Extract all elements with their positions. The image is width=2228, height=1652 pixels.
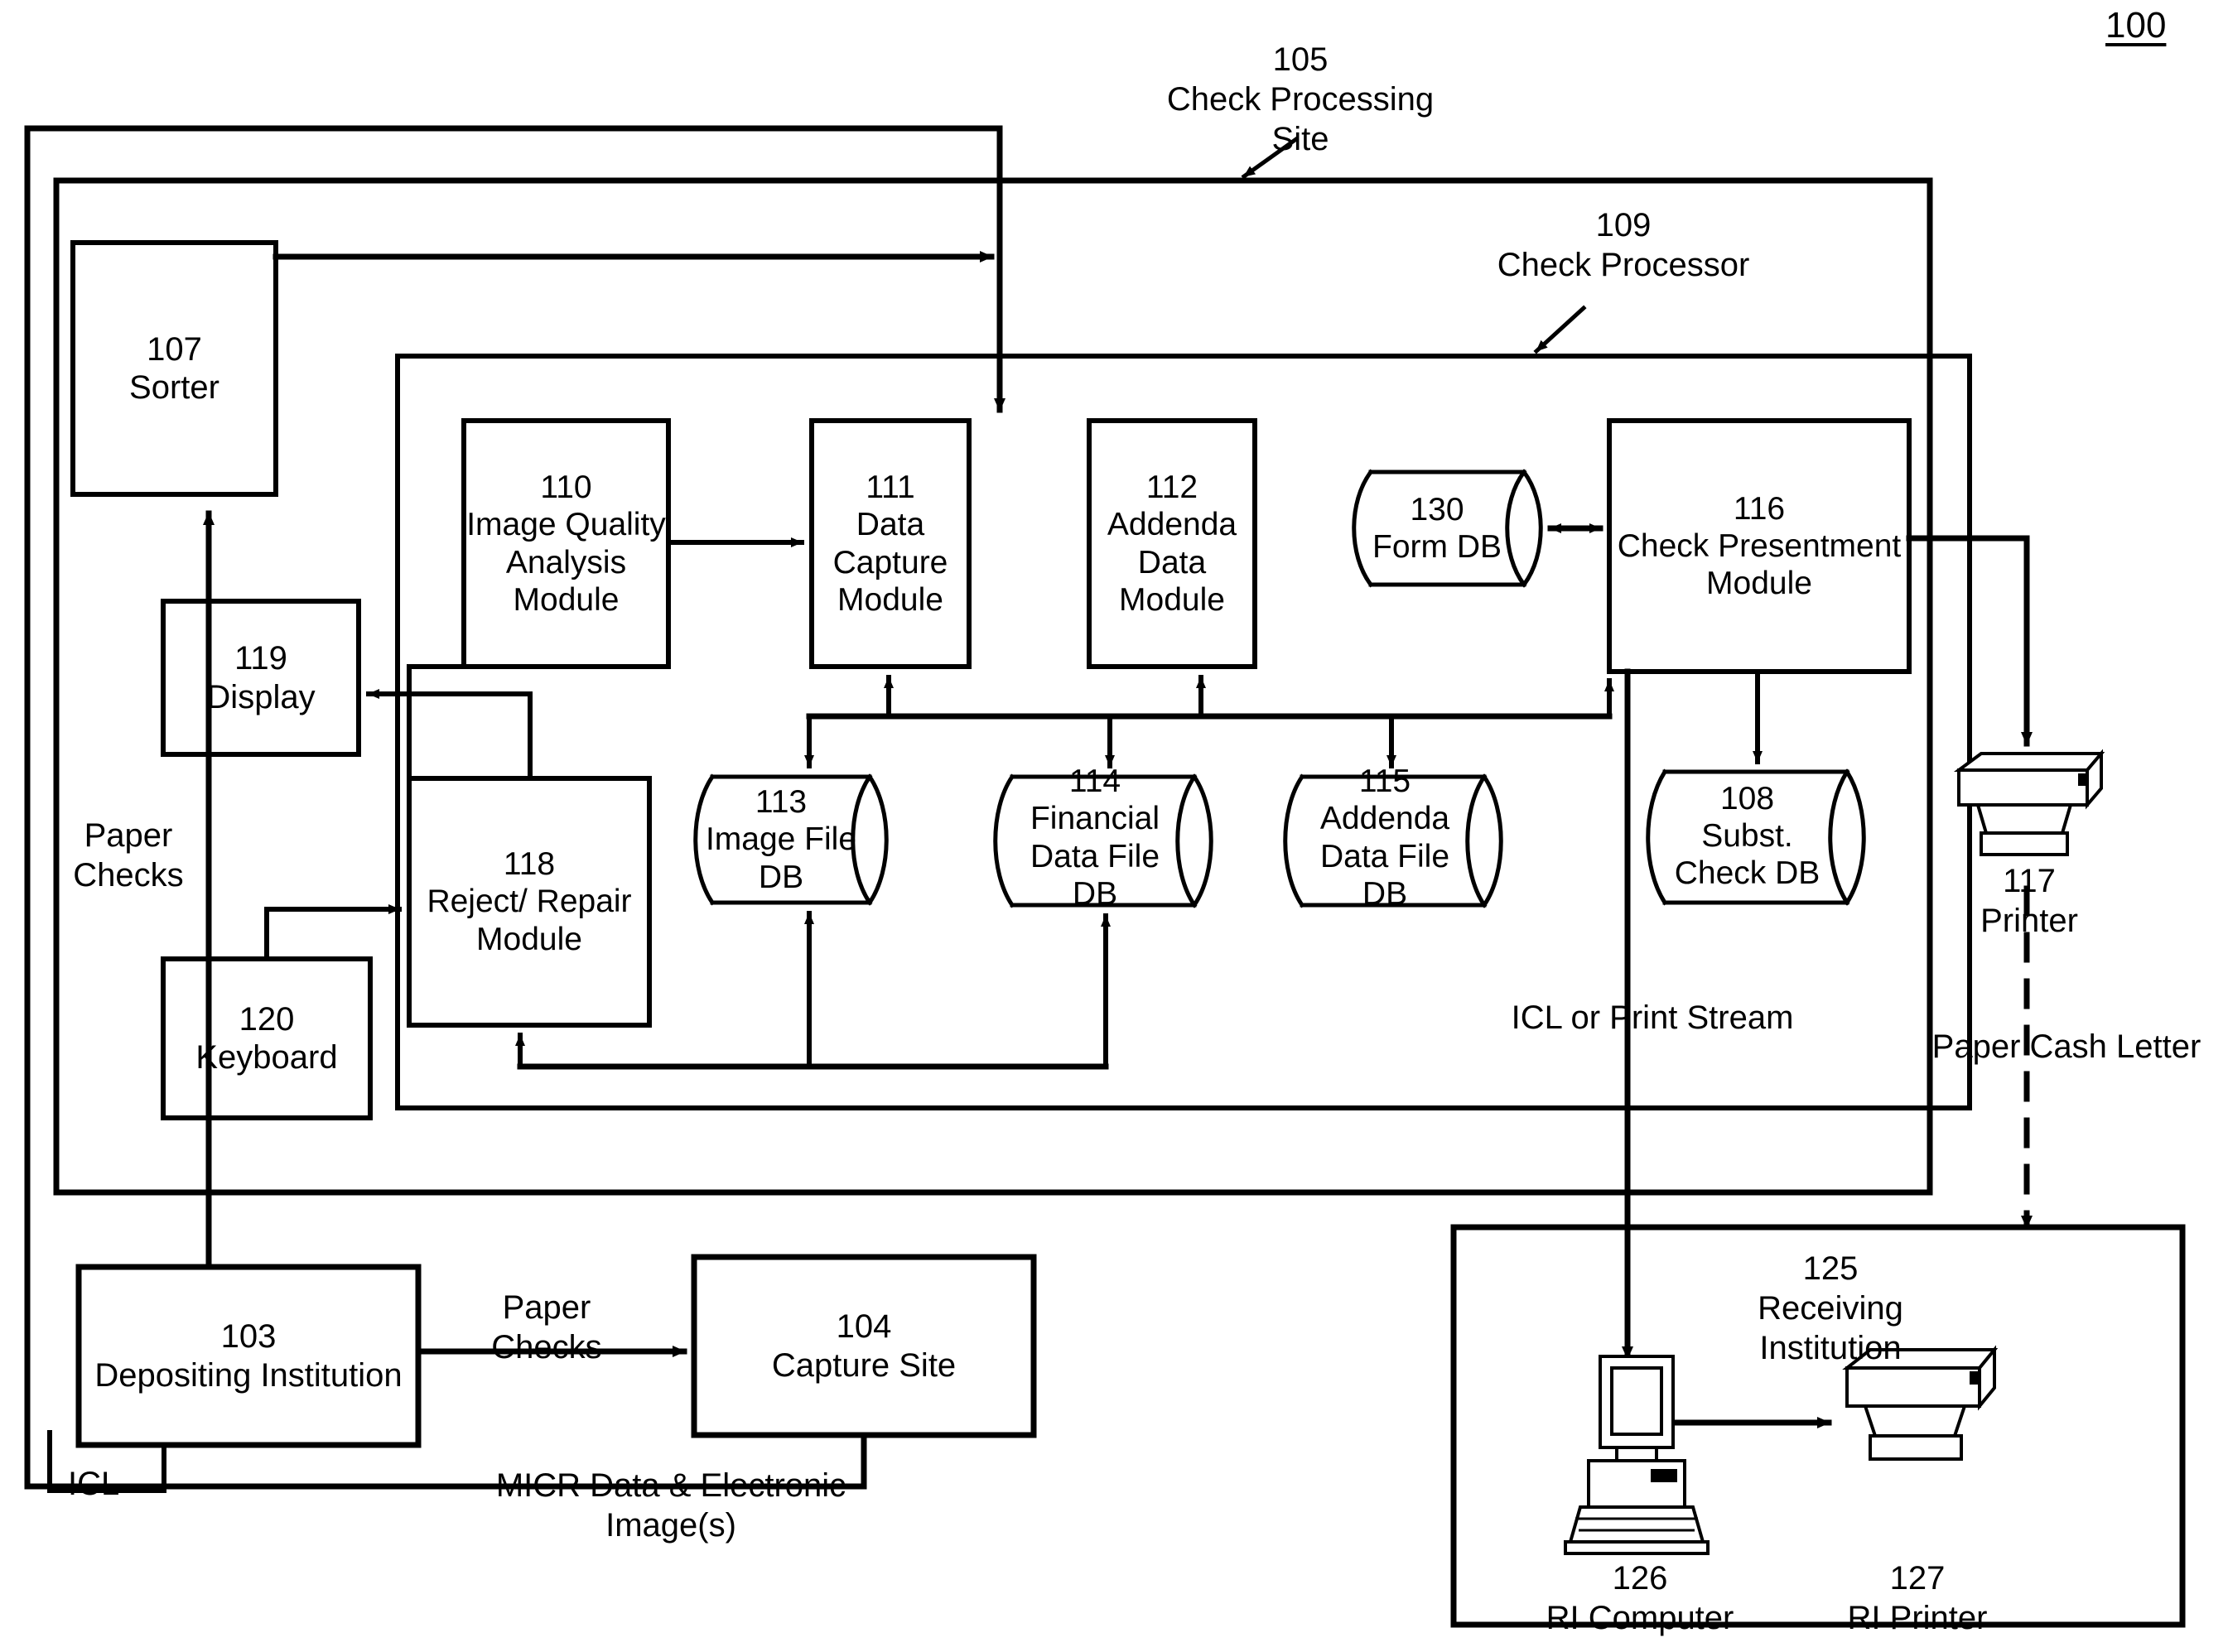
group-125-receiving-institution: 125 Receiving Institution [1694,1249,1967,1368]
callout-105-number: 105 [1272,41,1329,78]
box-116-label: Check Presentment Module [1617,527,1902,602]
edge-label-icl: ICL [68,1466,120,1502]
edge-label-icl-or-print-stream: ICL or Print Stream [1511,999,1794,1036]
box-118-reject-repair-module[interactable]: 118 Reject/ Repair Module [409,778,649,1025]
box-120-keyboard[interactable]: 120 Keyboard [159,959,374,1118]
group-125-label: Receiving Institution [1758,1290,1903,1366]
printer-icon-117 [1953,749,2105,856]
box-107-sorter[interactable]: 107 Sorter [73,243,276,494]
edge-label-paper-cash-letter: Paper Cash Letter [1931,1028,2201,1065]
box-111-data-capture-module[interactable]: 111 Data Capture Module [808,421,973,667]
box-110-image-quality-analysis-module[interactable]: 110 Image Quality Analysis Module [461,421,672,667]
db-113-label: Image File DB [705,821,857,895]
box-118-label: Reject/ Repair Module [427,884,632,957]
db-115-addenda-data-file-db[interactable]: 115 Addenda Data File DB [1294,763,1476,912]
db-108-number: 108 [1719,780,1775,816]
device-127-ri-printer[interactable]: 127 RI Printer [1814,1558,2021,1638]
box-116-check-presentment-module[interactable]: 116 Check Presentment Module [1609,421,1909,672]
box-107-number: 107 [147,330,202,368]
device-117-number: 117 [2003,863,2056,899]
box-112-number: 112 [1145,470,1198,506]
db-108-label: Subst. Check DB [1674,817,1820,892]
box-111-label: Data Capture Module [832,507,948,618]
edge-label-micr-data: MICR Data & Electronic Image(s) [495,1467,846,1544]
device-126-label: RI Computer [1546,1600,1734,1636]
callout-109: 109 Check Processor [1483,205,1764,285]
box-120-label: Keyboard [195,1039,338,1076]
callout-105-label: Check Processing Site [1166,81,1435,157]
box-119-number: 119 [234,640,287,677]
db-130-number: 130 [1410,491,1464,527]
box-104-number: 104 [836,1308,892,1346]
device-126-ri-computer[interactable]: 126 RI Computer [1524,1558,1756,1638]
box-110-number: 110 [540,470,592,506]
edge-label-paper-checks-bottom: Paper Checks [491,1289,602,1365]
callout-105: 105 Check Processing Site [1151,40,1449,159]
db-114-label: Financial Data File DB [1030,801,1160,912]
callout-109-number: 109 [1595,207,1652,243]
figure-number: 100 [2105,5,2167,46]
db-115-number: 115 [1358,763,1411,800]
db-113-image-file-db[interactable]: 113 Image File DB [702,777,860,903]
callout-109-label: Check Processor [1497,247,1750,283]
box-103-depositing-institution[interactable]: 103 Depositing Institution [79,1267,418,1445]
db-114-number: 114 [1068,763,1121,800]
box-112-addenda-data-module[interactable]: 112 Addenda Data Module [1085,421,1259,667]
box-107-label: Sorter [129,369,219,406]
box-104-capture-site[interactable]: 104 Capture Site [694,1257,1034,1435]
box-119-label: Display [206,678,316,715]
group-125-number: 125 [1802,1250,1859,1287]
db-130-form-db[interactable]: 130 Form DB [1358,469,1516,588]
device-127-number: 127 [1889,1560,1946,1597]
edge-label-paper-checks-left: Paper Checks [73,817,184,893]
patent-figure-page: 100 105 Check Processing Site 109 Check … [0,0,2228,1652]
box-111-number: 111 [866,470,915,506]
db-114-financial-data-file-db[interactable]: 114 Financial Data File DB [1004,763,1186,912]
db-130-label: Form DB [1372,529,1502,565]
db-108-substitute-check-db[interactable]: 108 Subst. Check DB [1658,768,1836,903]
box-103-label: Depositing Institution [94,1356,403,1394]
box-104-label: Capture Site [771,1346,957,1384]
box-103-number: 103 [220,1318,277,1356]
device-126-number: 126 [1612,1560,1668,1597]
device-127-label: RI Printer [1847,1600,1988,1636]
db-113-number: 113 [755,784,808,821]
device-117-label: Printer [1980,903,2078,939]
box-118-number: 118 [503,846,556,883]
box-119-display[interactable]: 119 Display [163,601,359,754]
device-117-printer[interactable]: 117 Printer [1930,861,2129,941]
box-120-number: 120 [239,1000,295,1038]
computer-icon-126 [1564,1355,1710,1555]
box-112-label: Addenda Data Module [1107,507,1237,618]
db-115-label: Addenda Data File DB [1319,801,1450,912]
box-110-label: Image Quality Analysis Module [466,507,666,618]
box-116-number: 116 [1733,490,1786,527]
